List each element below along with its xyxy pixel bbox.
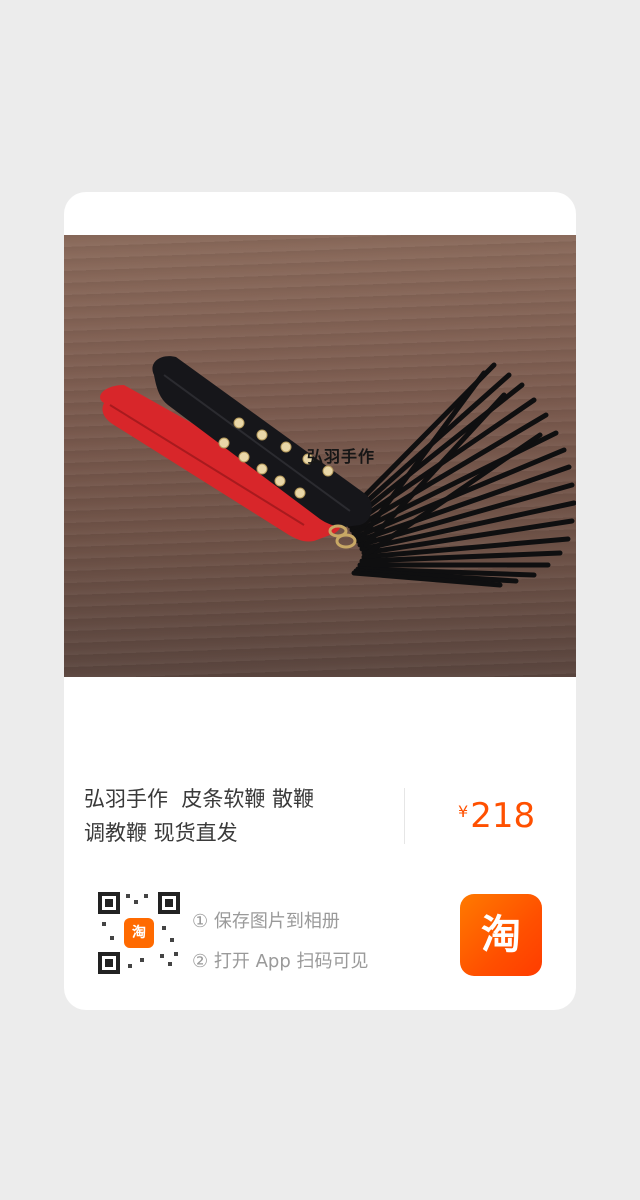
step-open-app: ② 打开 App 扫码可见 [192, 951, 369, 972]
qr-taobao-logo-icon: 淘 [124, 918, 154, 948]
step-save-image: ① 保存图片到相册 [192, 911, 340, 932]
photo-watermark: 弘羽手作 [307, 447, 376, 466]
product-title-line1: 弘羽手作 皮条软鞭 散鞭 [84, 787, 315, 811]
qr-module [174, 952, 178, 956]
qr-module [144, 894, 148, 898]
product-photo[interactable]: 弘羽手作 [64, 235, 576, 677]
taobao-logo-icon[interactable]: 淘 [460, 894, 542, 976]
currency-symbol: ¥ [458, 802, 469, 821]
qr-module [162, 926, 166, 930]
qr-module [160, 954, 164, 958]
qr-module [170, 938, 174, 942]
price-value: 218 [470, 796, 536, 836]
price: ¥218 [458, 796, 535, 836]
qr-finder-top-left [98, 892, 120, 914]
divider [404, 788, 405, 844]
qr-code-icon[interactable]: 淘 [98, 892, 180, 974]
product-title-line2: 调教鞭 现货直发 [84, 821, 238, 845]
share-card: 弘羽手作 弘羽手作 皮条软鞭 散鞭 调教鞭 现货直发 ¥218 淘 ① 保存图片… [64, 192, 576, 1010]
qr-module [140, 958, 144, 962]
qr-module [168, 962, 172, 966]
qr-finder-bottom-left [98, 952, 120, 974]
qr-module [110, 936, 114, 940]
qr-module [134, 900, 138, 904]
qr-finder-top-right [158, 892, 180, 914]
qr-module [128, 964, 132, 968]
share-instructions: ① 保存图片到相册 ② 打开 App 扫码可见 [192, 902, 368, 982]
qr-module [126, 894, 130, 898]
qr-module [102, 922, 106, 926]
product-title: 弘羽手作 皮条软鞭 散鞭 调教鞭 现货直发 [84, 782, 384, 850]
